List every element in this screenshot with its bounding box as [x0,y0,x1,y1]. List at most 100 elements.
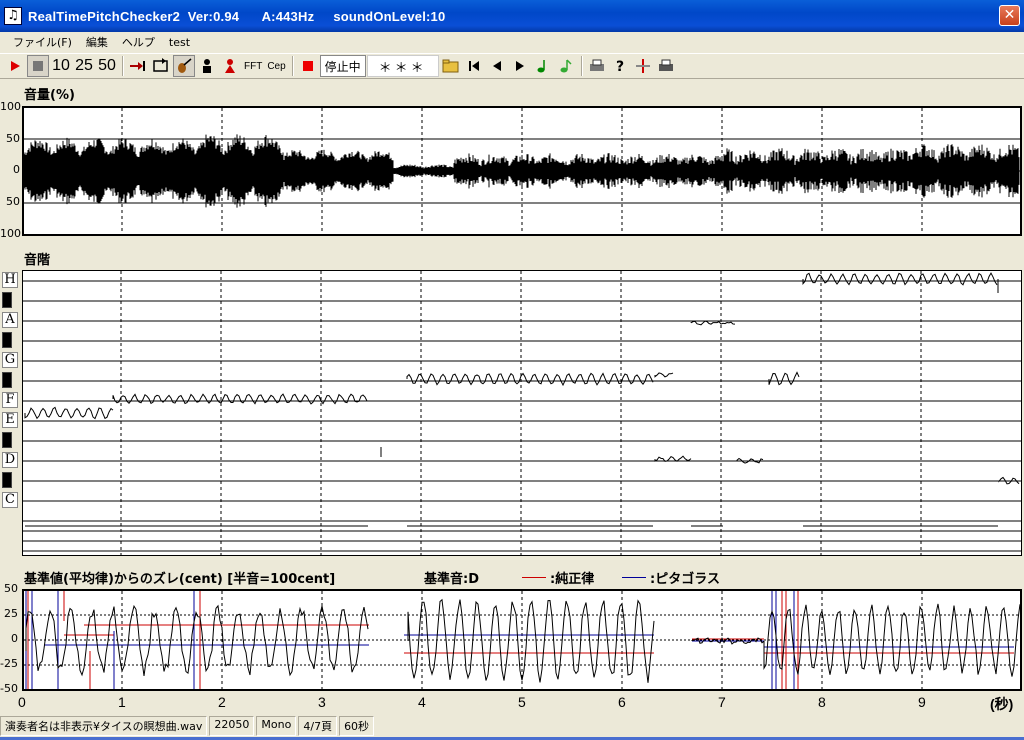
stop-button[interactable] [27,55,49,77]
cep-button[interactable]: Cep [265,55,287,77]
status-filename: 演奏者名は非表示¥タイスの瞑想曲.wav [0,716,208,736]
legend-pythagorean-label: :ピタゴラス [650,572,720,587]
menu-edit[interactable]: 編集 [79,34,115,50]
deviation-y-label: 25 [4,607,18,620]
base-note: 基準音:D [424,572,479,587]
app-icon: ♫ [4,7,22,25]
status-duration: 60秒 [339,716,375,736]
pitch-segment [690,320,736,326]
status-page: 4/7頁 [298,716,338,736]
note-green-button[interactable] [532,55,554,77]
black-key [2,432,12,448]
menu-file[interactable]: ファイル(F) [6,34,79,50]
violin-icon [178,58,192,73]
toolbar-separator [122,56,124,76]
toolbar-separator [291,56,294,76]
pitch-segment [24,406,114,420]
volume-y-label: 50 [6,195,20,208]
first-page-button[interactable] [463,55,485,77]
preset-25-button[interactable]: 25 [73,55,95,77]
jump-end-button[interactable] [127,55,149,77]
legend-pythagorean: :ピタゴラス [622,568,720,587]
pitch-segment [406,372,654,387]
prev-page-icon [492,61,501,71]
volume-plot [22,106,1022,236]
app-window: ♫ RealTimePitchChecker2 Ver:0.94 A:443Hz… [0,0,1024,740]
volume-y-label: 0 [13,163,20,176]
deviation-y-label: -50 [0,682,18,695]
printer-icon [658,59,673,71]
help-icon: ? [616,59,624,74]
x-label: 5 [518,694,526,710]
loop-icon [153,58,168,72]
status-channels: Mono [256,716,297,736]
record-stop-button[interactable] [297,55,319,77]
note-label-a: A [2,312,18,328]
x-label: 7 [718,694,726,710]
status-bar: 演奏者名は非表示¥タイスの瞑想曲.wav 22050 Mono 4/7頁 60秒 [0,716,1024,736]
cursor-button[interactable] [632,55,654,77]
close-button[interactable]: ✕ [999,5,1020,26]
volume-y-label: 50 [6,132,20,145]
preset-10-button[interactable]: 10 [50,55,72,77]
fft-button[interactable]: FFT [242,55,264,77]
volume-waveform [24,108,1020,234]
print-button[interactable] [586,55,608,77]
volume-y-label: 100 [0,227,21,240]
menu-help[interactable]: ヘルプ [115,34,162,50]
open-folder-button[interactable] [440,55,462,77]
legend-swatch-red [522,577,546,578]
note-label-d: D [2,452,18,468]
note-label-f: F [2,392,18,408]
pythagorean-reference-line [44,634,1014,648]
status-indicator: 停止中 [319,55,366,77]
preset-50-button[interactable]: 50 [96,55,118,77]
volume-y-label: 100 [0,100,21,113]
pitch-readout: ＊＊＊ [366,55,439,77]
pitch-segment [112,393,368,405]
deviation-curve [25,598,1020,683]
pitch-segment [768,371,800,386]
loop-button[interactable] [150,55,172,77]
note-light-button[interactable] [555,55,577,77]
pitch-segment [654,372,674,378]
x-label: 1 [118,694,126,710]
x-label: 9 [918,694,926,710]
x-label: 0 [18,694,26,710]
help-button[interactable]: ? [609,55,631,77]
pitch-trace [23,271,1021,555]
crosshair-icon [635,59,650,73]
folder-icon [442,59,459,73]
next-page-button[interactable] [509,55,531,77]
scale-plot [22,270,1022,556]
window-title: RealTimePitchChecker2 Ver:0.94 A:443Hz s… [28,8,446,24]
printer-icon [589,59,604,71]
violin-button[interactable] [173,55,195,77]
svg-text:?: ? [616,59,624,74]
note-label-c: C [2,492,18,508]
prev-page-button[interactable] [486,55,508,77]
print2-button[interactable] [655,55,677,77]
play-button[interactable] [4,55,26,77]
menu-test[interactable]: test [162,36,197,49]
x-label: 2 [218,694,226,710]
just-reference-line [64,624,1014,654]
singer-button[interactable] [219,55,241,77]
x-unit-label: (秒) [990,696,1014,712]
status-samplerate: 22050 [209,716,255,736]
deviation-trace [24,591,1020,689]
red-square-icon [302,61,313,71]
pitch-segment [802,272,998,286]
person-button[interactable] [196,55,218,77]
black-key [2,332,12,348]
deviation-title: 基準値(平均律)からのズレ(cent) [半音=100cent] [24,572,336,587]
singer-icon [225,59,235,73]
first-page-icon [468,61,479,71]
legend-just: :純正律 [522,568,594,587]
legend-just-label: :純正律 [550,572,595,587]
volume-title: 音量(%) [24,88,75,103]
deviation-y-label: -25 [0,657,18,670]
black-key [2,372,12,388]
x-label: 3 [318,694,326,710]
next-page-icon [515,61,524,71]
